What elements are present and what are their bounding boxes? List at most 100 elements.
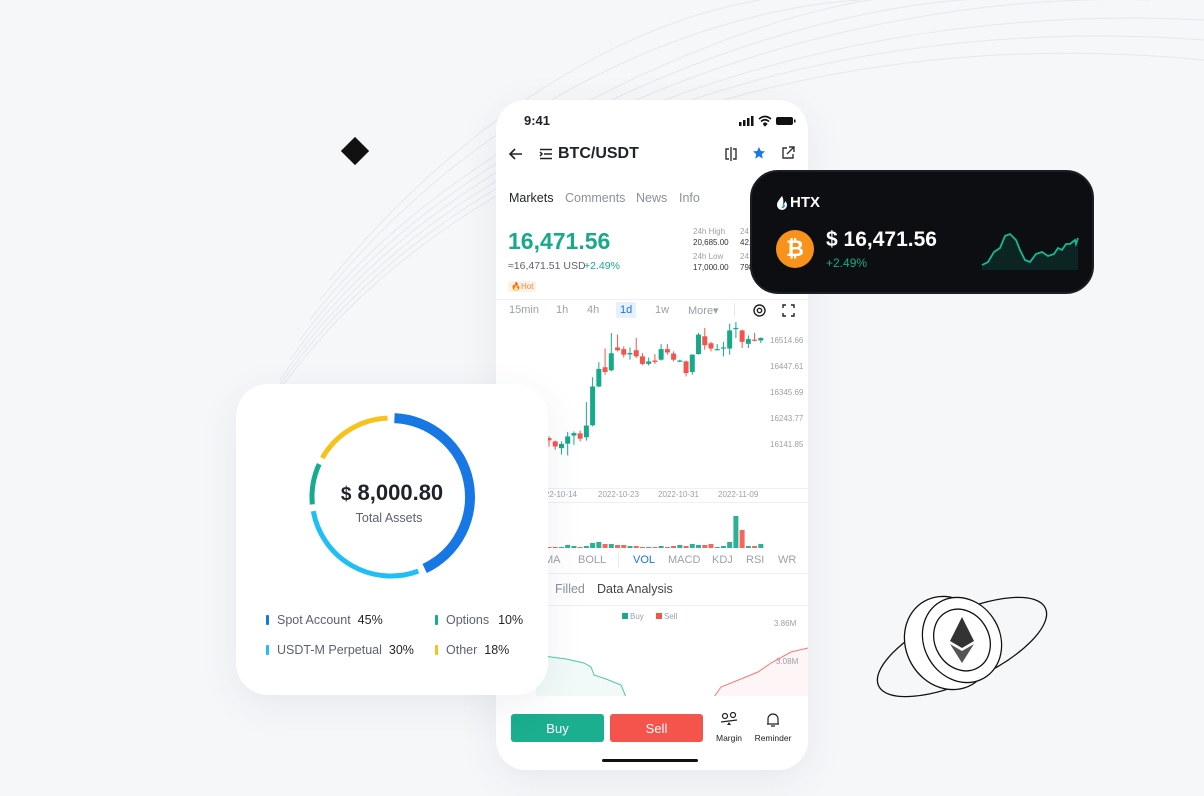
candle-body: [577, 433, 583, 439]
indicator-wr[interactable]: WR: [778, 554, 796, 566]
candle-body: [745, 339, 751, 344]
candle-body: [689, 354, 695, 372]
candle-body: [558, 443, 564, 449]
legend-usdt-m-perpetual: USDT-M Perpetual 30%: [266, 643, 414, 657]
candle-body: [652, 360, 658, 362]
tab-data-analysis[interactable]: Data Analysis: [597, 582, 673, 596]
candle-body: [633, 350, 639, 357]
candle-body: [714, 349, 720, 351]
htx-price: $ 16,471.56: [826, 228, 937, 251]
volume-bar: [627, 546, 633, 548]
indicator-macd[interactable]: MACD: [668, 554, 700, 566]
volume-bar: [596, 542, 602, 548]
margin-button[interactable]: Margin: [712, 711, 746, 743]
date-tick: 2022-11-09: [718, 490, 759, 499]
volume-bar: [577, 547, 583, 548]
volume-bar: [633, 546, 639, 548]
volume-bar: [708, 544, 714, 548]
volume-bar: [733, 516, 739, 548]
date-tick: 2022-10-31: [658, 490, 699, 499]
candle-body: [552, 441, 558, 447]
candle-body: [733, 327, 739, 330]
volume-bar: [671, 546, 677, 548]
home-indicator: [602, 759, 698, 762]
htx-price-card: HTX ₿ $ 16,471.56 +2.49%: [750, 170, 1094, 294]
htx-logo: HTX: [776, 194, 820, 211]
indicator-boll[interactable]: BOLL: [578, 554, 606, 566]
candle-body: [608, 353, 614, 371]
sell-button[interactable]: Sell: [610, 714, 703, 742]
price-tick: 16345.69: [770, 388, 804, 397]
margin-icon: [720, 711, 738, 725]
volume-bar: [590, 543, 596, 548]
legend-other: Other 18%: [435, 643, 509, 657]
volume-bar: [677, 545, 683, 548]
volume-bar: [571, 546, 577, 548]
buy-button[interactable]: Buy: [511, 714, 604, 742]
volume-bar: [696, 545, 702, 548]
htx-change: +2.49%: [826, 256, 868, 270]
total-assets-label: Total Assets: [355, 511, 423, 525]
candle-body: [664, 349, 670, 353]
sparkline: [981, 232, 1079, 270]
total-assets-card: $ 8,000.80 Total Assets Spot Account 45% …: [236, 384, 548, 695]
tab-filled[interactable]: Filled: [555, 582, 585, 596]
candle-body: [596, 368, 602, 387]
margin-label: Margin: [716, 733, 742, 743]
candle-body: [658, 349, 664, 360]
candle-body: [683, 361, 689, 374]
price-tick: 16447.61: [770, 362, 804, 371]
candle-body: [727, 330, 733, 349]
candle-body: [702, 336, 708, 346]
volume-bar: [646, 547, 652, 548]
volume-bar: [615, 545, 621, 548]
volume-bar: [727, 542, 733, 548]
candle-body: [639, 356, 645, 364]
volume-bar: [720, 546, 726, 548]
candle-body: [627, 353, 633, 355]
candle-body: [565, 436, 571, 444]
total-assets-value: $ 8,000.80: [340, 480, 444, 505]
volume-bar: [608, 544, 614, 548]
price-tick: 16141.85: [770, 440, 804, 449]
candle-body: [590, 386, 596, 426]
legend-options: Options 10%: [435, 613, 523, 627]
volume-bar: [558, 547, 564, 548]
btc-coin-icon: ₿: [776, 230, 814, 268]
candle-body: [696, 334, 702, 355]
candle-body: [720, 347, 726, 349]
volume-bar: [664, 547, 670, 548]
candle-body: [583, 425, 589, 438]
candle-body: [752, 339, 758, 341]
volume-bar: [758, 544, 764, 548]
indicator-rsi[interactable]: RSI: [746, 554, 764, 566]
volume-bar: [602, 544, 608, 548]
candle-body: [671, 353, 677, 360]
candle-body: [758, 337, 764, 341]
volume-bar: [552, 547, 558, 548]
volume-bar: [565, 545, 571, 548]
reminder-button[interactable]: Reminder: [751, 712, 795, 743]
reminder-label: Reminder: [754, 733, 792, 743]
volume-bar: [739, 530, 745, 548]
indicator-kdj[interactable]: KDJ: [712, 554, 733, 566]
volume-bar: [745, 546, 751, 548]
indicator-vol[interactable]: VOL: [633, 554, 655, 566]
candle-body: [571, 433, 577, 436]
price-tick: 16514.66: [770, 336, 804, 345]
donut-segment: [320, 415, 388, 460]
volume-bar: [683, 546, 689, 548]
volume-bar: [658, 546, 664, 548]
volume-bar: [639, 547, 645, 548]
price-tick: 16243.77: [770, 414, 804, 423]
candle-body: [739, 330, 745, 342]
volume-bar: [689, 544, 695, 548]
candle-body: [677, 360, 683, 362]
candle-body: [708, 343, 714, 349]
ethereum-coin-illustration: [876, 595, 1048, 698]
diamond-shape: [340, 136, 370, 166]
candle-body: [621, 349, 627, 355]
date-tick: 2022-10-23: [598, 490, 639, 499]
volume-bar: [714, 547, 720, 548]
candle-body: [602, 367, 608, 372]
